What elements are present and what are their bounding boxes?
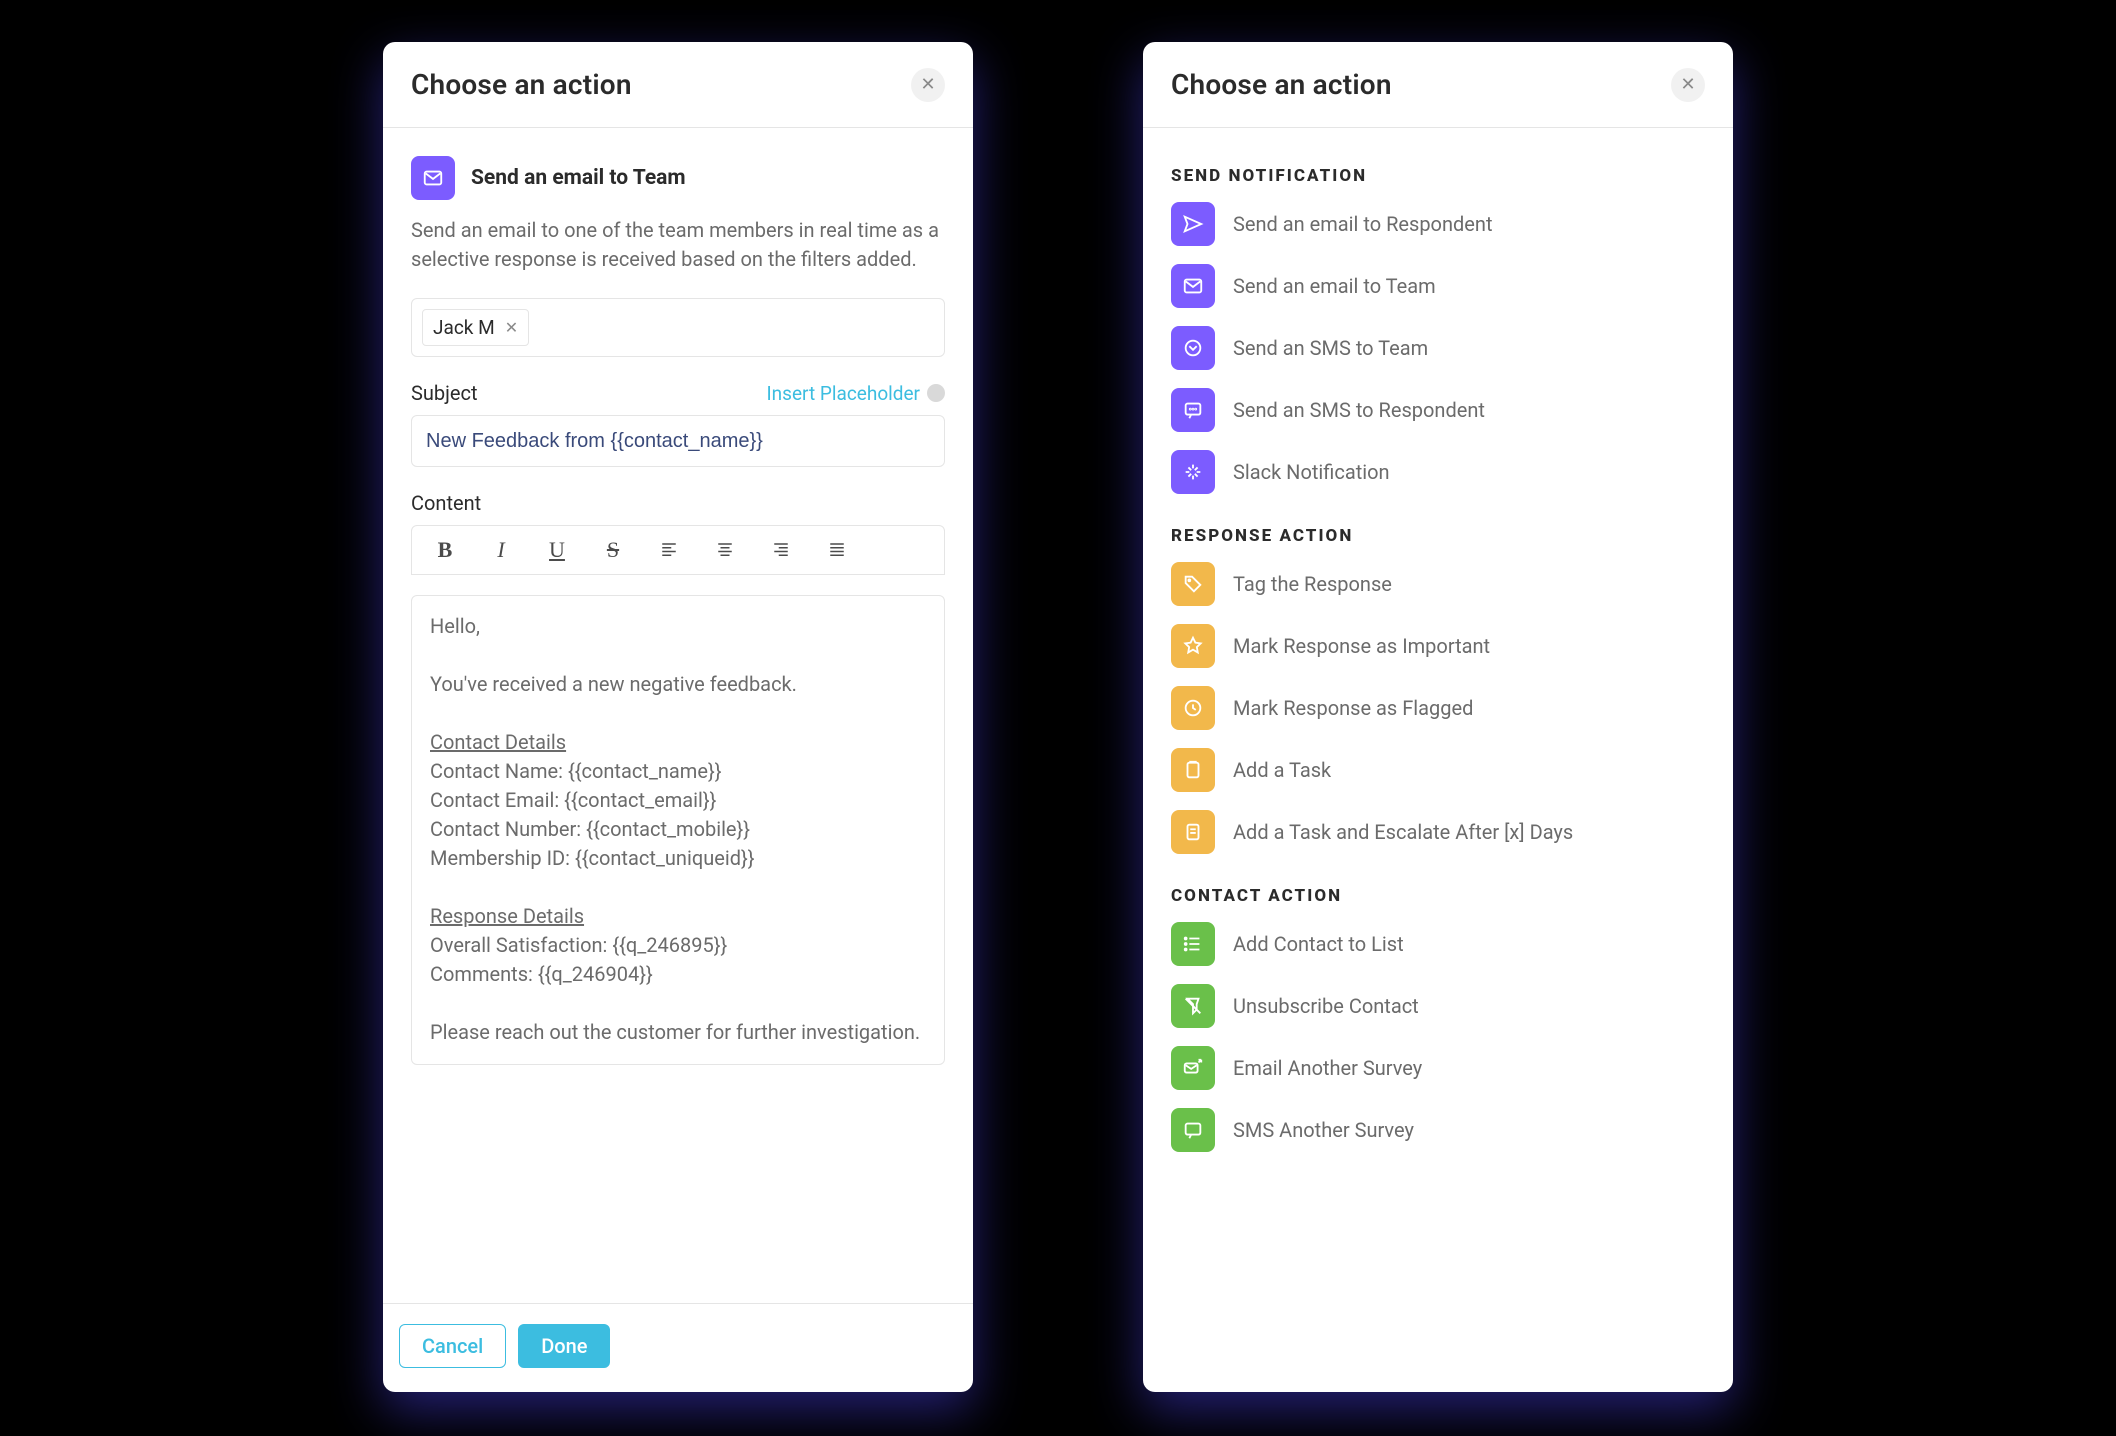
section-title: RESPONSE ACTION <box>1171 526 1705 546</box>
align-center-button[interactable] <box>708 533 742 567</box>
action-item[interactable]: Mark Response as Important <box>1171 622 1705 670</box>
editor-toolbar: B I U S <box>411 525 945 575</box>
task-escalate-icon <box>1171 810 1215 854</box>
send-icon <box>1171 202 1215 246</box>
action-item[interactable]: Send an email to Team <box>1171 262 1705 310</box>
remove-chip-icon[interactable]: ✕ <box>505 320 518 336</box>
subject-input[interactable] <box>411 415 945 467</box>
panel-action-list: Choose an action ✕ SEND NOTIFICATION Send… <box>1143 42 1733 1392</box>
star-icon <box>1171 624 1215 668</box>
action-item-label: SMS Another Survey <box>1233 1118 1414 1142</box>
panel-title: Choose an action <box>1171 68 1392 101</box>
mail-icon <box>1171 264 1215 308</box>
action-item-label: Tag the Response <box>1233 572 1392 596</box>
panel-header: Choose an action ✕ <box>383 42 973 128</box>
panel-footer: Cancel Done <box>383 1303 973 1392</box>
close-button[interactable]: ✕ <box>1671 68 1705 102</box>
close-button[interactable]: ✕ <box>911 68 945 102</box>
align-left-button[interactable] <box>652 533 686 567</box>
italic-button[interactable]: I <box>484 533 518 567</box>
sms-send-icon <box>1171 1108 1215 1152</box>
mail-send-icon <box>1171 1046 1215 1090</box>
selected-action-header: Send an email to Team <box>411 156 945 200</box>
action-item-label: Add a Task <box>1233 758 1331 782</box>
selected-action-title: Send an email to Team <box>471 166 686 190</box>
list-icon <box>1171 922 1215 966</box>
action-item[interactable]: Send an email to Respondent <box>1171 200 1705 248</box>
action-item-label: Send an email to Respondent <box>1233 212 1492 236</box>
close-icon: ✕ <box>1680 76 1695 94</box>
panel-body: Send an email to Team Send an email to o… <box>383 128 973 1303</box>
action-item-label: Add a Task and Escalate After [x] Days <box>1233 820 1573 844</box>
action-item-label: Unsubscribe Contact <box>1233 994 1419 1018</box>
cancel-button[interactable]: Cancel <box>399 1324 506 1368</box>
action-item-label: Add Contact to List <box>1233 932 1404 956</box>
action-item-label: Send an SMS to Respondent <box>1233 398 1485 422</box>
content-editor[interactable]: Hello, You've received a new negative fe… <box>411 595 945 1065</box>
flag-icon <box>1171 686 1215 730</box>
action-item[interactable]: Add a Task and Escalate After [x] Days <box>1171 808 1705 856</box>
subject-label: Subject <box>411 381 478 405</box>
action-item-label: Send an email to Team <box>1233 274 1436 298</box>
action-sections: SEND NOTIFICATION Send an email to Respon… <box>1143 128 1733 1392</box>
content-label: Content <box>411 491 945 515</box>
action-item[interactable]: Send an SMS to Respondent <box>1171 386 1705 434</box>
insert-placeholder-link[interactable]: Insert Placeholder <box>767 382 945 405</box>
action-list: Send an email to Respondent Send an email… <box>1171 200 1705 496</box>
action-item[interactable]: Send an SMS to Team <box>1171 324 1705 372</box>
mail-icon <box>411 156 455 200</box>
action-item[interactable]: Mark Response as Flagged <box>1171 684 1705 732</box>
task-icon <box>1171 748 1215 792</box>
action-item-label: Slack Notification <box>1233 460 1390 484</box>
align-justify-button[interactable] <box>820 533 854 567</box>
recipient-chip[interactable]: Jack M ✕ <box>422 309 529 346</box>
action-list: Add Contact to List Unsubscribe Contact Em… <box>1171 920 1705 1154</box>
bold-button[interactable]: B <box>428 533 462 567</box>
chat-icon <box>1171 388 1215 432</box>
unsubscribe-icon <box>1171 984 1215 1028</box>
panel-configure-action: Choose an action ✕ Send an email to Team… <box>383 42 973 1392</box>
section-title: CONTACT ACTION <box>1171 886 1705 906</box>
action-item[interactable]: Add Contact to List <box>1171 920 1705 968</box>
close-icon: ✕ <box>920 76 935 94</box>
recipients-field: Jack M ✕ <box>411 298 945 357</box>
action-item[interactable]: Unsubscribe Contact <box>1171 982 1705 1030</box>
info-icon <box>927 384 945 402</box>
recipients-input[interactable]: Jack M ✕ <box>411 298 945 357</box>
action-item[interactable]: Slack Notification <box>1171 448 1705 496</box>
panel-title: Choose an action <box>411 68 632 101</box>
action-item-label: Email Another Survey <box>1233 1056 1422 1080</box>
recipient-chip-label: Jack M <box>433 316 495 339</box>
slack-icon <box>1171 450 1215 494</box>
subject-field: Subject Insert Placeholder <box>411 381 945 467</box>
underline-button[interactable]: U <box>540 533 574 567</box>
action-item-label: Send an SMS to Team <box>1233 336 1428 360</box>
strike-button[interactable]: S <box>596 533 630 567</box>
insert-placeholder-label: Insert Placeholder <box>767 382 920 405</box>
action-item-label: Mark Response as Flagged <box>1233 696 1473 720</box>
section-title: SEND NOTIFICATION <box>1171 166 1705 186</box>
align-right-button[interactable] <box>764 533 798 567</box>
action-item[interactable]: Tag the Response <box>1171 560 1705 608</box>
tag-icon <box>1171 562 1215 606</box>
selected-action-description: Send an email to one of the team members… <box>411 216 945 274</box>
action-item[interactable]: Add a Task <box>1171 746 1705 794</box>
action-item[interactable]: Email Another Survey <box>1171 1044 1705 1092</box>
content-field: Content B I U S Hello, You've received a… <box>411 491 945 1065</box>
panel-header: Choose an action ✕ <box>1143 42 1733 128</box>
sms-icon <box>1171 326 1215 370</box>
action-list: Tag the Response Mark Response as Importa… <box>1171 560 1705 856</box>
done-button[interactable]: Done <box>518 1324 610 1368</box>
action-item-label: Mark Response as Important <box>1233 634 1490 658</box>
action-item[interactable]: SMS Another Survey <box>1171 1106 1705 1154</box>
